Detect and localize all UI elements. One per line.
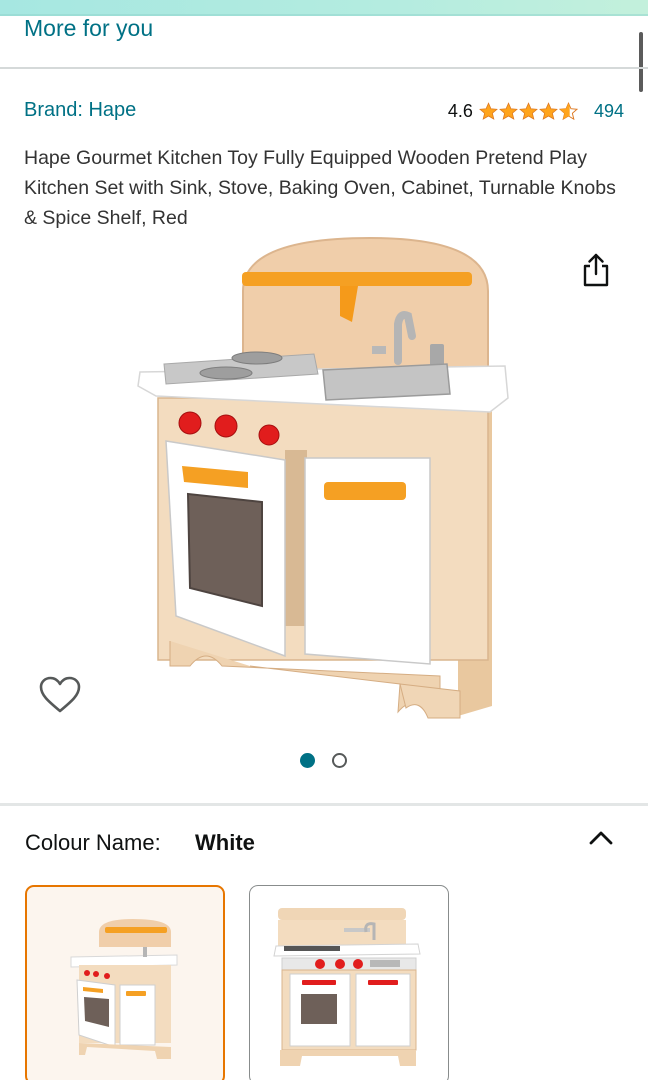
carousel-dot-active[interactable] [300, 753, 315, 768]
carousel-dot[interactable] [332, 753, 347, 768]
share-icon[interactable] [580, 252, 612, 288]
swatch-red[interactable] [249, 885, 449, 1080]
product-title: Hape Gourmet Kitchen Toy Fully Equipped … [24, 147, 616, 229]
star-half-icon [558, 102, 578, 121]
swatch-white[interactable] [25, 885, 225, 1080]
star-icon [519, 102, 538, 121]
review-count-link[interactable]: 494 [594, 101, 624, 122]
star-rating [479, 102, 578, 121]
more-for-you-link[interactable]: More for you [24, 15, 153, 42]
divider [0, 67, 648, 69]
rating-value: 4.6 [447, 101, 473, 121]
star-icon [499, 102, 518, 121]
variation-label: Colour Name: [25, 830, 161, 855]
rating-summary[interactable]: 4.6 494 [448, 101, 624, 122]
image-carousel-indicator[interactable] [300, 753, 347, 768]
heart-outline-icon[interactable] [38, 675, 82, 715]
product-main-image[interactable] [130, 236, 520, 726]
brand-link[interactable]: Brand: Hape [24, 99, 136, 122]
top-banner-strip [0, 0, 648, 16]
star-icon [479, 102, 498, 121]
star-icon [539, 102, 558, 121]
selected-variation-value: White [195, 830, 255, 855]
section-divider [0, 803, 648, 806]
chevron-up-icon[interactable] [588, 828, 614, 848]
scrollbar[interactable] [639, 32, 643, 92]
